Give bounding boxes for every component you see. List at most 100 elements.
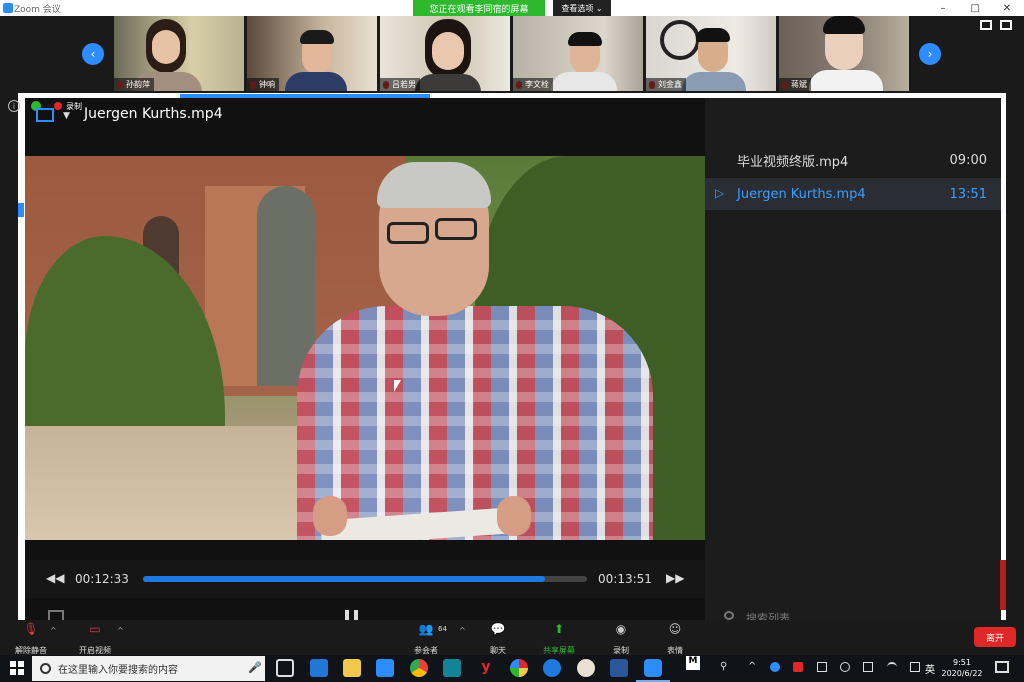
zoom-logo-icon [3, 3, 13, 13]
gallery-prev-button[interactable]: ‹ [82, 43, 104, 65]
record-button[interactable]: ◉ 录制 [600, 622, 642, 656]
search-placeholder: 在这里输入你要搜索的内容 [58, 665, 178, 676]
wifi-icon[interactable] [886, 662, 897, 672]
chat-icon: 💬 [490, 622, 506, 636]
m-app-icon[interactable]: M [686, 656, 700, 670]
minimize-button[interactable]: – [928, 0, 958, 16]
participant-name: 李文栓 [513, 78, 553, 91]
close-button[interactable]: ✕ [992, 0, 1022, 16]
clock-time: 9:51 [953, 658, 971, 667]
participant-name: 刘金鑫 [646, 78, 686, 91]
seek-bar[interactable] [143, 576, 587, 582]
clock-date: 2020/6/22 [941, 669, 983, 678]
app-title: Zoom 会议 [14, 4, 61, 15]
record-dot-icon [54, 102, 62, 110]
participant-tile[interactable]: 钟响 [247, 16, 377, 91]
chat-button[interactable]: 💬 聊天 [477, 622, 519, 656]
participant-tile[interactable]: 吕若男 [380, 16, 510, 91]
maximize-button[interactable]: □ [960, 0, 990, 16]
playlist-item-name: Juergen Kurths.mp4 [737, 186, 866, 202]
pause-icon[interactable] [345, 610, 349, 620]
word-icon[interactable] [610, 659, 628, 677]
gallery-next-button[interactable]: › [919, 43, 941, 65]
store-icon[interactable] [376, 659, 394, 677]
display-icon[interactable] [816, 662, 827, 672]
participant-tile[interactable]: 刘金鑫 [646, 16, 776, 91]
rewind-button[interactable]: ◀◀ [46, 571, 64, 585]
video-off-icon: ▭ [89, 622, 101, 636]
windows-start-icon[interactable] [10, 661, 24, 675]
share-banner: 您正在观看李同宿的屏幕 [413, 0, 545, 16]
playlist-search-icon [724, 611, 734, 620]
fullscreen-icon[interactable] [1000, 20, 1012, 30]
mail-icon[interactable] [310, 659, 328, 677]
player-title: Juergen Kurths.mp4 [84, 106, 223, 122]
microphone-icon[interactable]: 🎤 [248, 661, 262, 674]
chevron-up-icon[interactable]: ^ [459, 626, 466, 635]
total-time: 00:13:51 [598, 572, 652, 586]
reactions-button[interactable]: ☺ 表情 [654, 622, 696, 656]
record-icon: ◉ [615, 622, 627, 636]
playlist-item-duration: 09:00 [949, 152, 987, 168]
pen-icon[interactable] [909, 662, 920, 672]
participant-name: 吕若男 [380, 78, 420, 91]
playlist-panel [705, 98, 1001, 620]
playlist-item-active[interactable]: ▷ Juergen Kurths.mp4 13:51 [705, 178, 1001, 210]
playlist-item[interactable]: 毕业视频终版.mp4 09:00 [705, 144, 1001, 176]
participants-icon: 👥 [418, 622, 434, 636]
smiley-icon: ☺ [668, 622, 682, 636]
browser-icon[interactable] [510, 659, 528, 677]
participant-tile[interactable]: 李文栓 [513, 16, 643, 91]
search-icon [40, 663, 51, 674]
forward-button[interactable]: ▶▶ [666, 571, 684, 585]
taskbar-search-input[interactable]: 在这里输入你要搜索的内容 🎤 [32, 656, 265, 681]
participant-name: 蒋斌 [779, 78, 811, 91]
player-logo-icon[interactable] [36, 108, 54, 122]
link-icon[interactable] [863, 662, 874, 672]
view-options-button[interactable]: 查看选项 ⌄ [553, 0, 611, 16]
app-icon[interactable] [577, 659, 595, 677]
pause-icon-bar [354, 610, 358, 620]
edge-icon[interactable] [543, 659, 561, 677]
shared-screen-edge [18, 203, 24, 217]
playlist-item-duration: 13:51 [949, 186, 987, 202]
stop-icon[interactable] [48, 610, 64, 620]
leave-button[interactable]: 离开 [974, 627, 1016, 647]
system-tray [770, 662, 920, 674]
zoom-active-indicator [636, 655, 670, 682]
red-edge [1000, 560, 1006, 610]
taskbar-clock[interactable]: 9:51 2020/6/22 [935, 657, 989, 679]
video-frame[interactable] [25, 156, 705, 540]
view-options-label: 查看选项 [561, 3, 594, 13]
current-time: 00:12:33 [75, 572, 129, 586]
ime-indicator[interactable]: 英 [925, 661, 935, 676]
share-screen-button[interactable]: ⬆ 共享屏幕 [536, 622, 582, 656]
participant-name: 孙韵萍 [114, 78, 154, 91]
start-video-button[interactable]: ▭ 开启视频 [74, 622, 116, 656]
gallery-view-icon[interactable] [980, 20, 992, 30]
chevron-down-icon[interactable]: ▼ [63, 111, 70, 121]
bing-icon[interactable] [443, 659, 461, 677]
chrome-icon[interactable] [410, 659, 428, 677]
chevron-up-icon[interactable]: ^ [117, 626, 124, 635]
mouse-cursor-icon [394, 380, 401, 392]
notification-icon[interactable] [995, 661, 1009, 673]
chevron-up-icon[interactable]: ^ [50, 626, 57, 635]
unmute-button[interactable]: 🎙 解除静音 [10, 622, 52, 656]
seek-bar-fill [143, 576, 546, 582]
muted-mic-icon: 🎙 [23, 622, 39, 636]
info-icon[interactable]: i [8, 100, 20, 112]
task-view-icon[interactable] [276, 659, 294, 677]
antivirus-icon[interactable] [793, 662, 804, 672]
file-explorer-icon[interactable] [343, 659, 361, 677]
playlist-search-input[interactable]: 搜索列表 [746, 610, 790, 620]
volume-icon[interactable] [839, 662, 850, 672]
participants-count: 64 [438, 625, 447, 633]
tray-expand-icon[interactable]: ^ [748, 661, 756, 672]
bluetooth-icon[interactable] [770, 662, 780, 672]
participant-tile[interactable]: 蒋斌 [779, 16, 909, 91]
share-screen-icon: ⬆ [553, 622, 565, 636]
people-icon[interactable]: ⚲ [720, 661, 727, 672]
participant-tile[interactable]: 孙韵萍 [114, 16, 244, 91]
yandex-icon[interactable]: y [477, 659, 495, 677]
